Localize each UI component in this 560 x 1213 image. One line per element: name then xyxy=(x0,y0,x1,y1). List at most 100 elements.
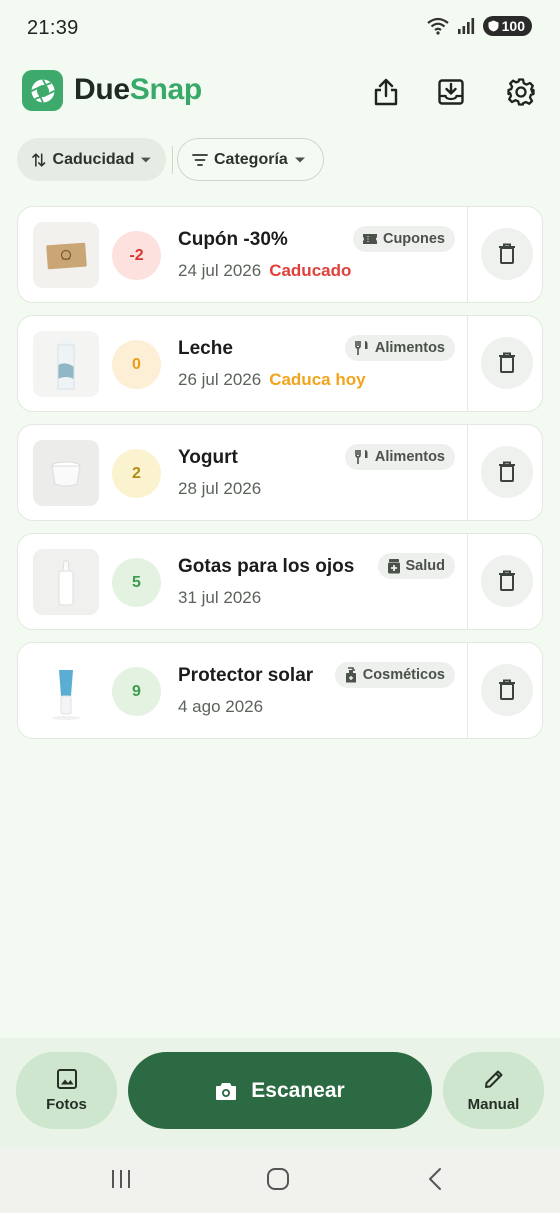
item-date-line: 31 jul 2026 xyxy=(178,588,269,608)
sunscreen-tube-image xyxy=(33,658,99,724)
medicine-icon xyxy=(387,559,400,574)
cutlery-icon xyxy=(355,341,368,355)
chevron-down-icon xyxy=(141,157,152,162)
delete-button[interactable] xyxy=(481,228,533,280)
category-label: Salud xyxy=(405,558,445,574)
category-badge: Alimentos xyxy=(344,335,455,361)
photos-label: Fotos xyxy=(46,1096,87,1113)
download-button[interactable] xyxy=(431,72,471,112)
item-card[interactable]: 5 Gotas para los ojos 31 jul 2026 Salud xyxy=(17,533,543,630)
app-title-part1: Due xyxy=(74,73,130,106)
pencil-icon xyxy=(484,1070,502,1088)
back-icon xyxy=(429,1168,441,1190)
wifi-icon xyxy=(426,17,449,35)
system-navigation-bar xyxy=(0,1148,560,1213)
category-badge: Salud xyxy=(377,553,455,579)
image-icon xyxy=(56,1069,77,1089)
signal-icon xyxy=(457,18,474,34)
app-title: DueSnap xyxy=(74,73,202,107)
trash-icon xyxy=(499,461,515,482)
item-date: 31 jul 2026 xyxy=(178,588,262,607)
home-icon xyxy=(267,1168,289,1190)
item-date-line: 28 jul 2026 xyxy=(178,479,269,499)
settings-button[interactable] xyxy=(501,72,541,112)
chevron-down-icon xyxy=(294,157,305,162)
app-logo xyxy=(22,70,63,111)
category-label: Cupones xyxy=(382,231,445,247)
sort-chip-label: Caducidad xyxy=(52,150,135,168)
cutlery-icon xyxy=(355,450,368,464)
app-header: DueSnap xyxy=(22,70,538,114)
back-button[interactable] xyxy=(415,1162,455,1196)
delete-button[interactable] xyxy=(481,555,533,607)
item-date: 26 jul 2026 xyxy=(178,370,262,389)
yogurt-cup-image xyxy=(33,440,99,506)
category-chip-label: Categoría xyxy=(214,150,288,168)
item-date-line: 4 ago 2026 xyxy=(178,697,271,717)
card-divider xyxy=(467,425,468,520)
category-badge: Cosméticos xyxy=(334,662,455,688)
bottom-action-bar: Fotos Escanear Manual xyxy=(0,1038,560,1148)
camera-aperture-icon xyxy=(30,78,55,103)
home-button[interactable] xyxy=(258,1162,298,1196)
manual-label: Manual xyxy=(467,1096,520,1113)
item-status: Caduca hoy xyxy=(269,370,366,389)
days-left-badge: 0 xyxy=(112,340,161,389)
item-card[interactable]: 0 Leche 26 jul 2026 Caduca hoy Alimentos xyxy=(17,315,543,412)
photos-button[interactable]: Fotos xyxy=(16,1052,117,1129)
sort-chip[interactable]: Caducidad xyxy=(17,138,166,181)
category-badge: Alimentos xyxy=(344,444,455,470)
card-divider xyxy=(467,207,468,302)
delete-button[interactable] xyxy=(481,446,533,498)
trash-icon xyxy=(499,243,515,264)
battery-level: 100 xyxy=(501,18,525,34)
share-icon xyxy=(374,78,398,106)
category-chip[interactable]: Categoría xyxy=(177,138,324,181)
delete-button[interactable] xyxy=(481,664,533,716)
item-status: Caducado xyxy=(269,261,352,280)
item-name: Leche xyxy=(178,338,233,359)
category-label: Alimentos xyxy=(374,340,445,356)
app-title-part2: Snap xyxy=(129,73,202,106)
category-label: Alimentos xyxy=(374,449,445,465)
item-date: 24 jul 2026 xyxy=(178,261,262,280)
status-bar: 21:39 100 xyxy=(0,0,560,56)
lotion-bottle-icon xyxy=(345,666,356,682)
days-left-badge: -2 xyxy=(112,231,161,280)
status-icons: 100 xyxy=(426,16,532,36)
ticket-icon xyxy=(362,234,377,244)
gear-icon xyxy=(507,78,535,106)
card-divider xyxy=(467,534,468,629)
manual-button[interactable]: Manual xyxy=(443,1052,544,1129)
item-date: 4 ago 2026 xyxy=(178,697,264,716)
eye-drops-image xyxy=(33,549,99,615)
trash-icon xyxy=(499,352,515,373)
item-date-line: 24 jul 2026 Caducado xyxy=(178,261,351,281)
item-card[interactable]: 2 Yogurt 28 jul 2026 Alimentos xyxy=(17,424,543,521)
milk-carton-image xyxy=(33,331,99,397)
days-left-badge: 9 xyxy=(112,667,161,716)
trash-icon xyxy=(499,570,515,591)
category-badge: Cupones xyxy=(352,226,455,252)
filter-lines-icon xyxy=(192,153,208,166)
share-button[interactable] xyxy=(366,72,406,112)
status-time: 21:39 xyxy=(27,17,79,39)
item-date: 28 jul 2026 xyxy=(178,479,262,498)
sort-arrows-icon xyxy=(32,152,46,167)
item-name: Protector solar xyxy=(178,665,314,686)
item-name: Cupón -30% xyxy=(178,229,288,250)
trash-icon xyxy=(499,679,515,700)
item-name: Yogurt xyxy=(178,447,238,468)
battery-indicator: 100 xyxy=(482,16,532,36)
item-name: Gotas para los ojos xyxy=(178,556,355,577)
recent-apps-icon xyxy=(112,1170,130,1188)
card-divider xyxy=(467,643,468,738)
card-divider xyxy=(467,316,468,411)
recent-apps-button[interactable] xyxy=(101,1162,141,1196)
delete-button[interactable] xyxy=(481,337,533,389)
coupon-image xyxy=(33,222,99,288)
item-card[interactable]: 9 Protector solar 4 ago 2026 Cosméticos xyxy=(17,642,543,739)
scan-button[interactable]: Escanear xyxy=(128,1052,432,1129)
days-left-badge: 2 xyxy=(112,449,161,498)
item-card[interactable]: -2 Cupón -30% 24 jul 2026 Caducado Cupone… xyxy=(17,206,543,303)
